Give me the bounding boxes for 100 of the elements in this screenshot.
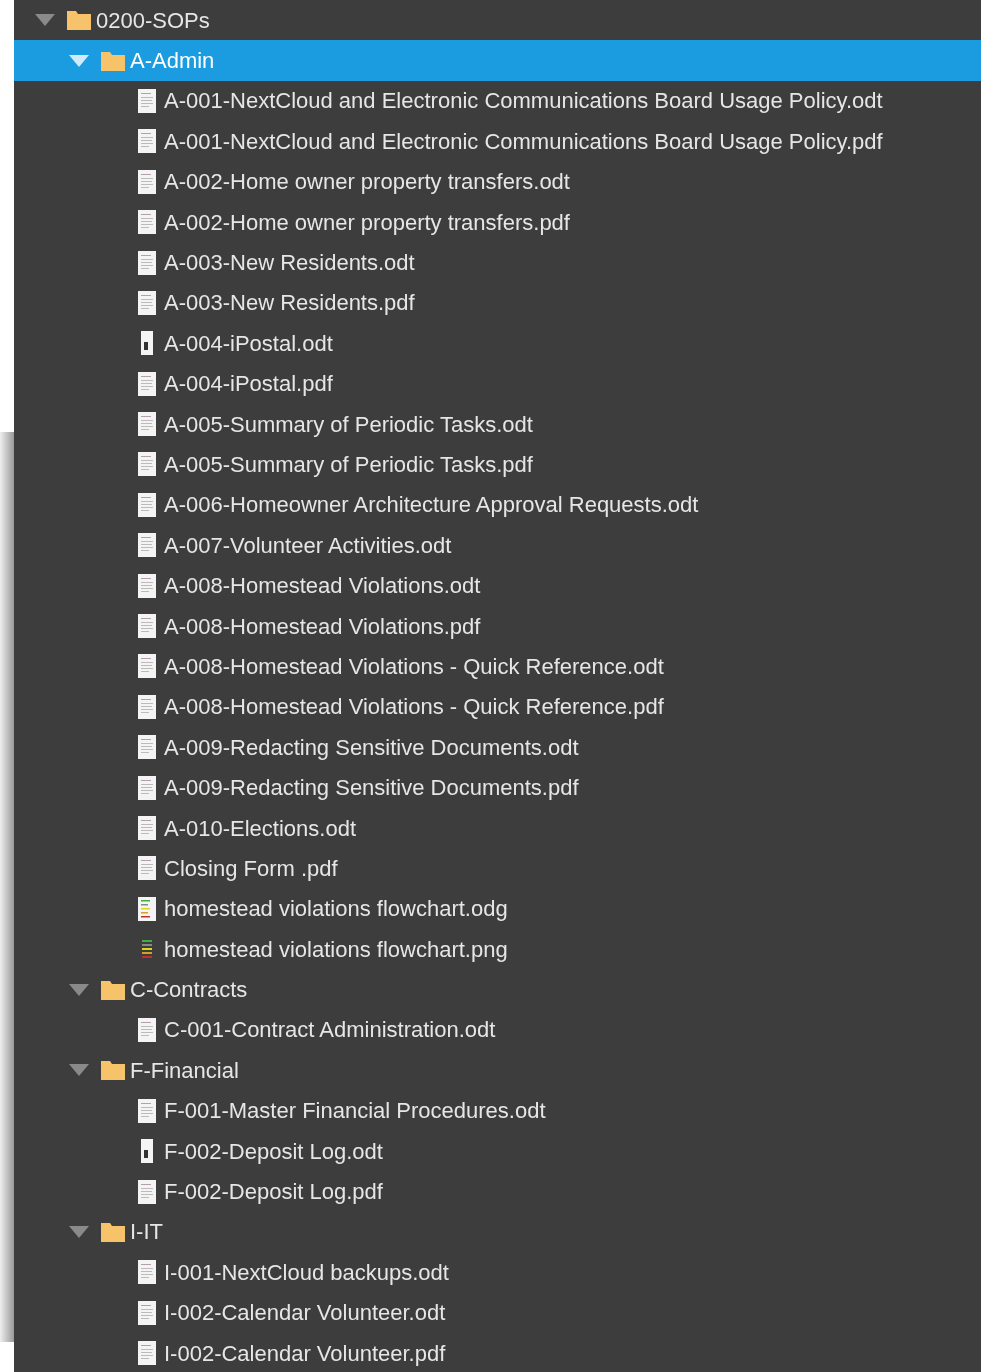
folder-name: 0200-SOPs [96, 6, 210, 35]
file-name: F-002-Deposit Log.pdf [164, 1178, 383, 1206]
folder-row[interactable]: C-Contracts [14, 969, 981, 1010]
file-row[interactable]: I-001-NextCloud backups.odt [14, 1252, 981, 1293]
file-row[interactable]: homestead violations flowchart.odg [14, 888, 981, 929]
file-row[interactable]: A-005-Summary of Periodic Tasks.odt [14, 403, 981, 445]
expanded-arrow-icon[interactable] [69, 983, 89, 996]
file-name: homestead violations flowchart.odg [164, 895, 508, 924]
file-row[interactable]: A-008-Homestead Violations.pdf [14, 605, 981, 647]
folder-name: A-Admin [130, 47, 215, 76]
document-icon [137, 1097, 157, 1124]
file-row[interactable]: A-004-iPostal.odt [14, 323, 981, 364]
file-name: A-009-Redacting Sensitive Documents.pdf [164, 774, 579, 803]
document-icon [137, 209, 157, 236]
file-row[interactable]: A-007-Volunteer Activities.odt [14, 525, 981, 566]
folder-icon [100, 49, 126, 72]
document-icon [137, 855, 157, 882]
file-name: A-002-Home owner property transfers.odt [164, 168, 570, 197]
folder-row[interactable]: 0200-SOPs [14, 0, 981, 41]
file-row[interactable]: Closing Form .pdf [14, 848, 981, 889]
file-row[interactable]: A-003-New Residents.pdf [14, 282, 981, 324]
expanded-arrow-icon[interactable] [69, 54, 89, 67]
document-icon [137, 774, 157, 801]
folder-name: I-IT [130, 1218, 163, 1247]
file-name: F-001-Master Financial Procedures.odt [164, 1097, 546, 1126]
file-row[interactable]: A-002-Home owner property transfers.pdf [14, 201, 981, 243]
document-icon [137, 1340, 157, 1367]
document-icon [137, 87, 157, 114]
file-row[interactable]: F-002-Deposit Log.odt [14, 1130, 981, 1172]
file-row[interactable]: A-004-iPostal.pdf [14, 363, 981, 404]
file-row[interactable]: A-009-Redacting Sensitive Documents.pdf [14, 767, 981, 808]
file-name: A-006-Homeowner Architecture Approval Requests.odt [164, 491, 699, 520]
folder-icon [100, 978, 126, 1001]
file-name: A-005-Summary of Periodic Tasks.pdf [164, 451, 533, 479]
folder-name: C-Contracts [130, 976, 248, 1005]
document-icon [137, 491, 157, 518]
document-icon [137, 532, 157, 559]
file-name: C-001-Contract Administration.odt [164, 1016, 496, 1045]
file-row[interactable]: A-001-NextCloud and Electronic Communications Board Usage Policy.pdf [14, 121, 981, 162]
expanded-arrow-icon[interactable] [69, 1064, 89, 1077]
document-icon [137, 451, 157, 478]
file-row[interactable]: A-008-Homestead Violations.odt [14, 565, 981, 606]
file-row[interactable]: A-008-Homestead Violations - Quick Reference.pdf [14, 686, 981, 728]
document-icon [137, 693, 157, 720]
file-row[interactable]: A-001-NextCloud and Electronic Communications Board Usage Policy.odt [14, 80, 981, 122]
folder-icon [66, 9, 92, 32]
document-icon [137, 734, 157, 761]
file-name: I-001-NextCloud backups.odt [164, 1258, 449, 1287]
file-name: A-001-NextCloud and Electronic Communications Board Usage Policy.odt [164, 87, 883, 116]
document-icon [140, 1138, 154, 1165]
file-name: A-008-Homestead Violations.odt [164, 572, 481, 601]
file-row[interactable]: I-002-Calendar Volunteer.odt [14, 1292, 981, 1333]
document-icon [137, 572, 157, 599]
file-row[interactable]: A-006-Homeowner Architecture Approval Requests.odt [14, 484, 981, 526]
file-row[interactable]: A-005-Summary of Periodic Tasks.pdf [14, 444, 981, 485]
document-icon [137, 249, 157, 276]
document-icon [137, 653, 157, 680]
document-icon [137, 815, 157, 841]
file-name: A-010-Elections.odt [164, 814, 356, 843]
file-row[interactable]: A-003-New Residents.odt [14, 242, 981, 283]
file-row[interactable]: A-002-Home owner property transfers.odt [14, 161, 981, 202]
file-name: A-008-Homestead Violations - Quick Reference.pdf [164, 693, 664, 722]
document-icon [137, 1259, 157, 1286]
file-name: F-002-Deposit Log.odt [164, 1137, 383, 1166]
file-name: A-008-Homestead Violations - Quick Reference.odt [164, 652, 664, 681]
file-name: A-003-New Residents.pdf [164, 289, 415, 318]
document-icon [137, 411, 157, 438]
folder-row[interactable]: F-Financial [14, 1050, 981, 1091]
file-name: A-001-NextCloud and Electronic Communications Board Usage Policy.pdf [164, 127, 883, 156]
folder-icon [100, 1059, 126, 1082]
document-icon [137, 370, 157, 397]
file-name: I-002-Calendar Volunteer.odt [164, 1299, 446, 1328]
file-name: A-003-New Residents.odt [164, 249, 415, 278]
file-row[interactable]: I-002-Calendar Volunteer.pdf [14, 1332, 981, 1372]
file-name: I-002-Calendar Volunteer.pdf [164, 1339, 446, 1368]
file-name: Closing Form .pdf [164, 854, 338, 883]
document-icon [137, 1016, 157, 1043]
file-name: A-004-iPostal.odt [164, 329, 333, 358]
folder-name: F-Financial [130, 1056, 239, 1085]
file-name: A-009-Redacting Sensitive Documents.odt [164, 733, 579, 762]
file-row[interactable]: homestead violations flowchart.png [14, 929, 981, 970]
expanded-arrow-icon[interactable] [35, 14, 55, 27]
file-name: homestead violations flowchart.png [164, 935, 508, 964]
document-icon [137, 1178, 157, 1205]
file-name: A-008-Homestead Violations.pdf [164, 612, 481, 641]
expanded-arrow-icon[interactable] [69, 1225, 89, 1238]
file-name: A-005-Summary of Periodic Tasks.odt [164, 410, 533, 439]
document-icon [140, 330, 154, 357]
file-row[interactable]: A-008-Homestead Violations - Quick Reference.odt [14, 646, 981, 687]
document-icon [137, 128, 157, 155]
file-row[interactable]: C-001-Contract Administration.odt [14, 1009, 981, 1051]
document-icon [137, 289, 157, 316]
file-row[interactable]: A-009-Redacting Sensitive Documents.odt [14, 727, 981, 768]
file-row[interactable]: F-001-Master Financial Procedures.odt [14, 1090, 981, 1131]
document-icon [137, 168, 157, 195]
file-row[interactable]: A-010-Elections.odt [14, 807, 981, 849]
folder-row[interactable]: I-IT [14, 1211, 981, 1253]
document-icon [137, 895, 157, 922]
document-icon [137, 613, 157, 640]
file-row[interactable]: F-002-Deposit Log.pdf [14, 1171, 981, 1212]
